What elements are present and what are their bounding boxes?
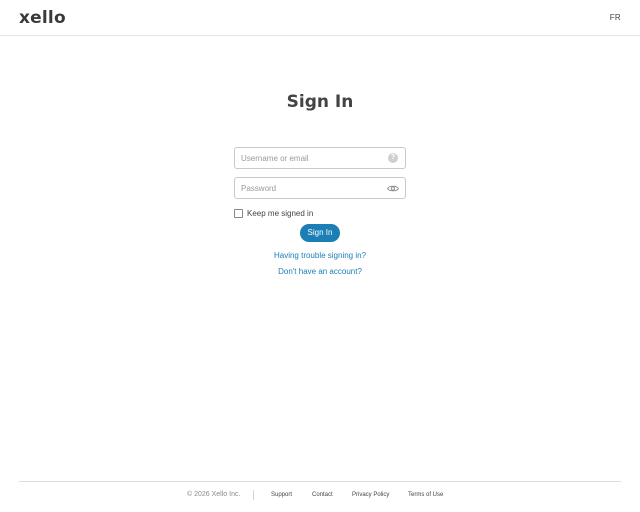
- help-icon[interactable]: ?: [388, 153, 398, 163]
- footer-separator: [253, 490, 254, 500]
- xello-logo[interactable]: xello: [19, 8, 66, 28]
- username-field[interactable]: ?: [234, 147, 406, 169]
- footer-link-privacy-policy[interactable]: Privacy Policy: [352, 492, 389, 498]
- trouble-signing-in-link[interactable]: Having trouble signing in?: [0, 251, 640, 260]
- footer-link-contact[interactable]: Contact: [312, 492, 333, 498]
- keep-signed-in-label: Keep me signed in: [247, 208, 314, 218]
- keep-signed-in[interactable]: Keep me signed in: [234, 207, 313, 219]
- password-input[interactable]: [241, 178, 381, 198]
- sign-in-button[interactable]: Sign In: [300, 224, 340, 242]
- copyright-text: © 2026 Xello Inc.: [187, 491, 241, 498]
- eye-icon[interactable]: [387, 184, 399, 193]
- top-header: xello FR: [0, 0, 640, 36]
- page-title: Sign In: [286, 92, 354, 112]
- keep-signed-in-checkbox[interactable]: [234, 208, 243, 218]
- footer-link-support[interactable]: Support: [271, 492, 292, 498]
- footer-link-terms-of-use[interactable]: Terms of Use: [408, 492, 443, 498]
- no-account-link[interactable]: Don't have an account?: [0, 267, 640, 276]
- footer: © 2026 Xello Inc. Support Contact Privac…: [0, 490, 640, 502]
- username-input[interactable]: [241, 148, 381, 168]
- password-field[interactable]: [234, 177, 406, 199]
- language-toggle[interactable]: FR: [610, 13, 621, 22]
- footer-divider: [19, 481, 621, 482]
